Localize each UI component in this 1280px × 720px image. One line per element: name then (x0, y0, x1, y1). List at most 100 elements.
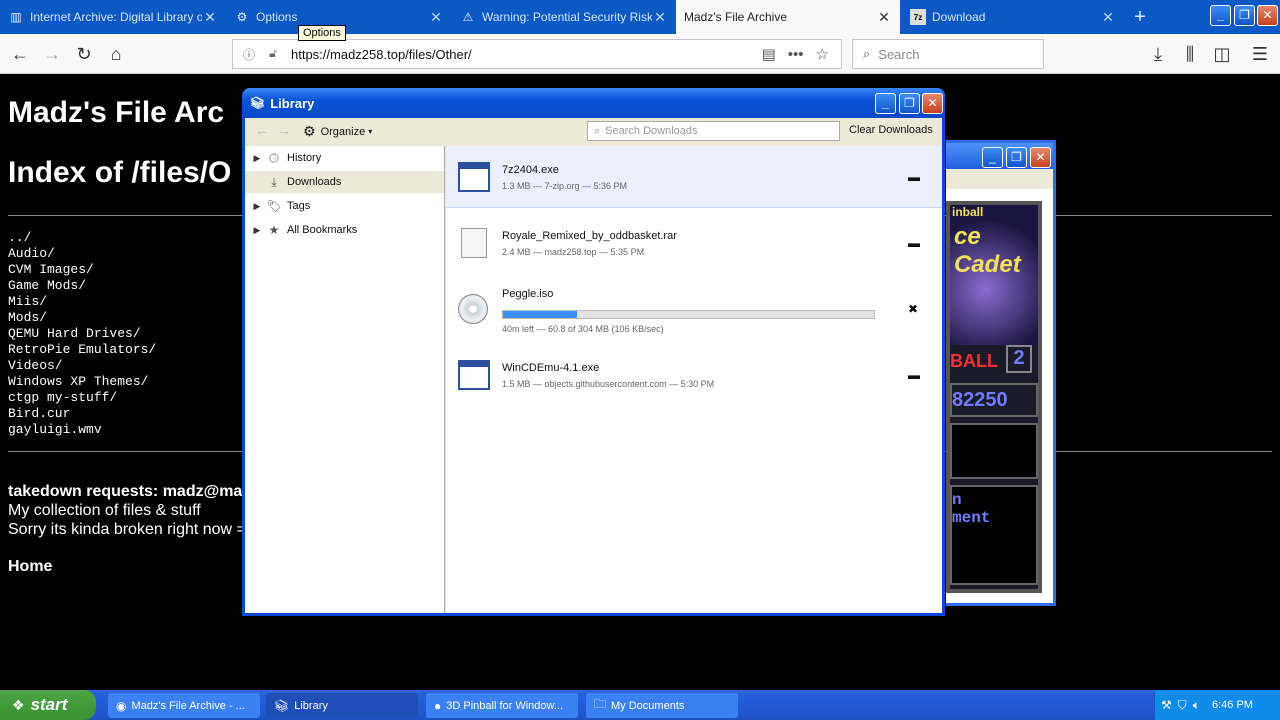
library-sidebar: ▶ 🕓︎ History ⤓ Downloads ▶ 🏷︎ Tags ▶ ★ A… (245, 146, 445, 613)
close-icon[interactable]: ✕ (428, 9, 444, 26)
pinball-game-panel: ce Cadet inball BALL 2 82250 n ment (946, 201, 1042, 593)
task-my-documents[interactable]: 🗀︎ My Documents (586, 693, 738, 718)
url-bar[interactable]: ⓘ 🔓︎ https://madz258.top/files/Other/ ▤ … (232, 39, 842, 69)
ball-label: BALL (950, 351, 998, 371)
new-tab-button[interactable]: + (1128, 6, 1152, 28)
chevron-right-icon[interactable]: ▶ (249, 153, 265, 164)
minimize-button[interactable]: _ (875, 93, 896, 114)
search-input[interactable]: ⌕ Search (852, 39, 1044, 69)
shield-icon[interactable]: ⛉ (1178, 698, 1187, 713)
pinball-window[interactable]: _ ❐ ✕ ce Cadet inball BALL 2 82250 n men… (946, 140, 1056, 606)
task-firefox[interactable]: ◉ Madz's File Archive - ... (108, 693, 260, 718)
tab-download[interactable]: 7z Download ✕ (902, 0, 1124, 34)
pinball-menubar (946, 169, 1053, 189)
file-link[interactable]: gayluigi.wmv (8, 422, 156, 438)
file-link[interactable]: ../ (8, 230, 156, 246)
home-button[interactable]: ⌂ (102, 40, 130, 68)
sidebar-item-tags[interactable]: ▶ 🏷︎ Tags (245, 195, 444, 217)
exe-icon (458, 360, 490, 390)
close-icon[interactable]: ✕ (876, 9, 892, 26)
download-filename: Peggle.iso (502, 288, 554, 300)
forward-button[interactable]: → (38, 40, 66, 68)
home-link[interactable]: Home (8, 558, 52, 576)
search-downloads-input[interactable]: ⌕ Search Downloads (587, 121, 840, 141)
library-titlebar[interactable]: 📚︎ Library (242, 88, 945, 118)
clock: 6:46 PM (1211, 699, 1253, 711)
file-link[interactable]: Mods/ (8, 310, 156, 326)
close-icon[interactable]: ✕ (202, 9, 218, 26)
tab-label: Warning: Potential Security Risk A (482, 10, 652, 24)
message-panel: n ment (950, 485, 1038, 585)
menu-icon[interactable]: ☰ (1246, 40, 1274, 68)
file-link[interactable]: Windows XP Themes/ (8, 374, 156, 390)
task-pinball[interactable]: ● 3D Pinball for Window... (426, 693, 578, 718)
task-library[interactable]: 📚︎ Library (266, 693, 418, 718)
reload-button[interactable]: ↻ (70, 40, 98, 68)
close-button[interactable]: ✕ (922, 93, 943, 114)
chevron-right-icon[interactable]: ▶ (249, 225, 265, 236)
folder-icon[interactable]: ▬ (908, 236, 920, 250)
chevron-right-icon[interactable]: ▶ (249, 201, 265, 212)
url-text[interactable]: https://madz258.top/files/Other/ (291, 47, 762, 62)
close-button[interactable]: ✕ (1257, 5, 1278, 26)
sidebar-icon[interactable]: ◫ (1208, 40, 1236, 68)
page-actions-icon[interactable]: ••• (788, 46, 804, 63)
maximize-button[interactable]: ❐ (1006, 147, 1027, 168)
file-link[interactable]: Miis/ (8, 294, 156, 310)
maximize-button[interactable]: ❐ (899, 93, 920, 114)
download-item[interactable]: Peggle.iso 40m left — 60.8 of 304 MB (10… (446, 278, 942, 340)
volume-icon[interactable]: 🔈︎ (1193, 698, 1200, 713)
close-icon[interactable]: ✕ (1100, 9, 1116, 26)
back-button[interactable]: ← (255, 122, 269, 138)
close-button[interactable]: ✕ (1030, 147, 1051, 168)
file-link[interactable]: Bird.cur (8, 406, 156, 422)
download-item[interactable]: 7z2404.exe 1.3 MB — 7-zip.org — 5:36 PM … (446, 146, 942, 208)
pinball-art-subtitle: inball (952, 205, 984, 219)
tab-madz-file-archive[interactable]: Madz's File Archive ✕ (676, 0, 900, 34)
file-link[interactable]: CVM Images/ (8, 262, 156, 278)
tab-security-warning[interactable]: ⚠ Warning: Potential Security Risk A ✕ (452, 0, 676, 34)
info-icon[interactable]: ⓘ (241, 46, 257, 62)
start-button[interactable]: ❖ start (0, 690, 96, 720)
message-line: n (952, 491, 962, 509)
lock-icon[interactable]: 🔓︎ (265, 46, 281, 62)
download-icon: ⤓ (271, 174, 277, 189)
download-item[interactable]: WinCDEmu-4.1.exe 1.5 MB — objects.github… (446, 344, 942, 406)
back-button[interactable]: ← (6, 40, 34, 68)
download-filename: Royale_Remixed_by_oddbasket.rar (502, 230, 677, 242)
file-link[interactable]: QEMU Hard Drives/ (8, 326, 156, 342)
tab-label: Download (932, 10, 986, 24)
organize-button[interactable]: ⚙ Organize ▾ (303, 123, 372, 140)
reader-view-icon[interactable]: ▤ (762, 45, 776, 63)
folder-icon[interactable]: ▬ (908, 170, 920, 184)
sidebar-item-history[interactable]: ▶ 🕓︎ History (245, 147, 444, 169)
file-link[interactable]: Videos/ (8, 358, 156, 374)
file-link[interactable]: Audio/ (8, 246, 156, 262)
downloads-list: 7z2404.exe 1.3 MB — 7-zip.org — 5:36 PM … (446, 146, 942, 613)
bookmark-star-icon[interactable]: ☆ (816, 45, 829, 63)
chevron-down-icon: ▾ (368, 127, 373, 136)
start-label: start (30, 695, 68, 714)
sidebar-item-all-bookmarks[interactable]: ▶ ★ All Bookmarks (245, 219, 444, 241)
minimize-button[interactable]: _ (1210, 5, 1231, 26)
close-icon[interactable]: ✕ (652, 9, 668, 26)
library-window[interactable]: 📚︎ Library _ ❐ ✕ ← → ⚙ Organize ▾ ⌕ Sear… (242, 88, 945, 616)
downloads-icon[interactable]: ⤓ (1144, 40, 1172, 68)
file-link[interactable]: ctgp my-stuff/ (8, 390, 156, 406)
folder-icon[interactable]: ▬ (908, 368, 920, 382)
network-icon[interactable]: ⚒ (1161, 698, 1172, 712)
sidebar-item-downloads[interactable]: ⤓ Downloads (245, 171, 444, 193)
tab-internet-archive[interactable]: ▥ Internet Archive: Digital Library o ✕ (0, 0, 226, 34)
cancel-icon[interactable]: ✖ (908, 302, 918, 316)
maximize-button[interactable]: ❐ (1234, 5, 1255, 26)
minimize-button[interactable]: _ (982, 147, 1003, 168)
file-link[interactable]: RetroPie Emulators/ (8, 342, 156, 358)
clear-downloads-button[interactable]: Clear Downloads (849, 124, 933, 136)
library-icon[interactable]: ⫼ (1176, 40, 1204, 68)
clock-icon: 🕓︎ (269, 150, 279, 165)
download-item[interactable]: Royale_Remixed_by_oddbasket.rar 2.4 MB —… (446, 212, 942, 274)
folder-icon: 🗀︎ (594, 697, 607, 711)
system-tray: ⚒ ⛉ 🔈︎ 6:46 PM (1154, 690, 1280, 720)
forward-button[interactable]: → (277, 122, 291, 138)
file-link[interactable]: Game Mods/ (8, 278, 156, 294)
